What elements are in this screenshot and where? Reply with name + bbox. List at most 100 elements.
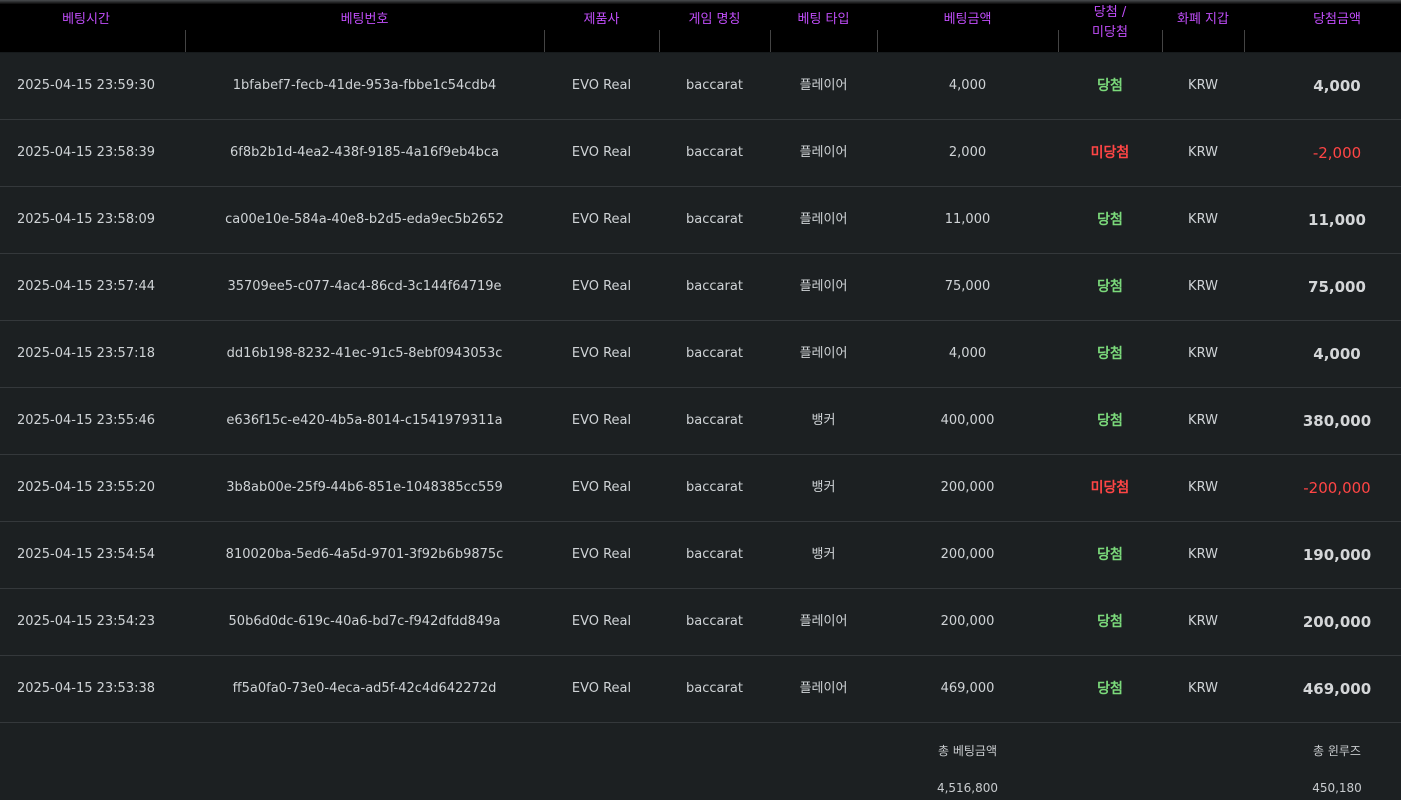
currency-cell: KRW <box>1188 346 1218 361</box>
header-bet-time[interactable]: 베팅시간 <box>0 4 172 52</box>
header-currency-wallet-label: 화폐 지갑 <box>1177 12 1229 27</box>
header-win-amount-label: 당첨금액 <box>1313 12 1361 27</box>
header-result-line2: 미당첨 <box>1092 25 1128 40</box>
header-bet-amount-label: 베팅금액 <box>943 12 992 27</box>
currency-cell: KRW <box>1188 681 1218 696</box>
vendor-cell: EVO Real <box>571 279 632 294</box>
bet-time-cell: 2025-04-15 23:55:20 <box>16 480 156 495</box>
total-winloss-value: 450,180 <box>1312 781 1362 795</box>
bet-time-cell: 2025-04-15 23:54:23 <box>16 614 156 629</box>
bet-time-cell: 2025-04-15 23:57:18 <box>16 346 156 361</box>
bet-id-cell: 1bfabef7-fecb-41de-953a-fbbe1c54cdb4 <box>232 78 497 93</box>
header-result[interactable]: 당첨 / 미당첨 <box>1058 4 1162 52</box>
result-cell: 당첨 <box>1097 413 1123 429</box>
bet-type-cell: 플레이어 <box>799 212 848 227</box>
currency-cell: KRW <box>1188 145 1218 160</box>
header-result-label: 당첨 / 미당첨 <box>1058 3 1162 43</box>
header-game-name-label: 게임 명칭 <box>688 12 741 27</box>
table-row[interactable]: 2025-04-15 23:59:30 1bfabef7-fecb-41de-95… <box>0 53 1401 120</box>
bet-time-cell: 2025-04-15 23:59:30 <box>16 78 156 93</box>
bet-id-cell: ca00e10e-584a-40e8-b2d5-eda9ec5b2652 <box>225 212 504 227</box>
table-row[interactable]: 2025-04-15 23:58:09 ca00e10e-584a-40e8-b2… <box>0 187 1401 254</box>
table-footer: 총 베팅금액 4,516,800 총 윈루즈 450,180 <box>0 723 1401 800</box>
total-winloss-label: 총 윈루즈 <box>1313 744 1361 758</box>
header-vendor[interactable]: 제품사 <box>544 4 659 52</box>
win-amount-cell: 75,000 <box>1308 278 1366 296</box>
header-divider <box>1058 30 1059 52</box>
result-cell: 미당첨 <box>1090 480 1130 496</box>
result-cell: 당첨 <box>1097 681 1123 697</box>
vendor-cell: EVO Real <box>571 78 632 93</box>
bet-type-cell: 플레이어 <box>799 346 848 361</box>
header-divider <box>877 30 878 52</box>
header-divider <box>544 30 545 52</box>
win-amount-cell: 469,000 <box>1302 680 1372 698</box>
game-name-cell: baccarat <box>686 145 743 160</box>
bet-time-cell: 2025-04-15 23:55:46 <box>16 413 156 428</box>
game-name-cell: baccarat <box>686 78 743 93</box>
vendor-cell: EVO Real <box>571 212 632 227</box>
currency-cell: KRW <box>1188 413 1218 428</box>
table-row[interactable]: 2025-04-15 23:54:54 810020ba-5ed6-4a5d-97… <box>0 522 1401 589</box>
header-divider <box>1162 30 1163 52</box>
vendor-cell: EVO Real <box>571 346 632 361</box>
bet-type-cell: 플레이어 <box>799 614 848 629</box>
win-amount-cell: 200,000 <box>1302 613 1372 631</box>
win-amount-cell: 4,000 <box>1313 77 1361 95</box>
bet-id-cell: 6f8b2b1d-4ea2-438f-9185-4a16f9eb4bca <box>230 145 499 160</box>
result-cell: 당첨 <box>1097 614 1123 630</box>
bet-id-cell: e636f15c-e420-4b5a-8014-c1541979311a <box>226 413 503 428</box>
total-bet-value: 4,516,800 <box>936 781 999 795</box>
vendor-cell: EVO Real <box>571 614 632 629</box>
game-name-cell: baccarat <box>686 614 743 629</box>
table-row[interactable]: 2025-04-15 23:58:39 6f8b2b1d-4ea2-438f-91… <box>0 120 1401 187</box>
header-bet-type[interactable]: 베팅 타입 <box>770 4 877 52</box>
header-result-line1: 당첨 / <box>1093 5 1127 20</box>
result-cell: 당첨 <box>1097 212 1123 228</box>
vendor-cell: EVO Real <box>571 413 632 428</box>
currency-cell: KRW <box>1188 78 1218 93</box>
header-currency-wallet[interactable]: 화폐 지갑 <box>1162 4 1244 52</box>
result-cell: 미당첨 <box>1090 145 1130 161</box>
bet-time-cell: 2025-04-15 23:57:44 <box>16 279 156 294</box>
bet-type-cell: 플레이어 <box>799 145 848 160</box>
bet-id-cell: 35709ee5-c077-4ac4-86cd-3c144f64719e <box>227 279 502 294</box>
header-divider <box>185 30 186 52</box>
table-header: 베팅시간 베팅번호 제품사 게임 명칭 베팅 타입 베팅금액 당첨 / 미당첨 화… <box>0 4 1401 52</box>
header-bet-amount[interactable]: 베팅금액 <box>877 4 1058 52</box>
result-cell: 당첨 <box>1097 346 1123 362</box>
header-bet-id[interactable]: 베팅번호 <box>185 4 544 52</box>
table-row[interactable]: 2025-04-15 23:54:23 50b6d0dc-619c-40a6-bd… <box>0 589 1401 656</box>
win-amount-cell: -2,000 <box>1312 144 1362 162</box>
currency-cell: KRW <box>1188 547 1218 562</box>
header-bet-time-label: 베팅시간 <box>62 12 110 27</box>
total-bet-label: 총 베팅금액 <box>937 744 997 758</box>
vendor-cell: EVO Real <box>571 681 632 696</box>
table-row[interactable]: 2025-04-15 23:55:46 e636f15c-e420-4b5a-80… <box>0 388 1401 455</box>
header-win-amount[interactable]: 당첨금액 <box>1272 4 1401 52</box>
result-cell: 당첨 <box>1097 547 1123 563</box>
bet-amount-cell: 200,000 <box>940 547 995 562</box>
win-amount-cell: 190,000 <box>1302 546 1372 564</box>
table-row[interactable]: 2025-04-15 23:53:38 ff5a0fa0-73e0-4eca-ad… <box>0 656 1401 723</box>
bet-time-cell: 2025-04-15 23:58:39 <box>16 145 156 160</box>
bet-id-cell: ff5a0fa0-73e0-4eca-ad5f-42c4d642272d <box>232 681 497 696</box>
game-name-cell: baccarat <box>686 681 743 696</box>
bet-time-cell: 2025-04-15 23:54:54 <box>16 547 156 562</box>
header-bet-type-label: 베팅 타입 <box>797 12 850 27</box>
bet-id-cell: 50b6d0dc-619c-40a6-bd7c-f942dfdd849a <box>228 614 501 629</box>
win-amount-cell: 380,000 <box>1302 412 1372 430</box>
bet-time-cell: 2025-04-15 23:58:09 <box>16 212 156 227</box>
table-row[interactable]: 2025-04-15 23:57:44 35709ee5-c077-4ac4-86… <box>0 254 1401 321</box>
bet-amount-cell: 75,000 <box>944 279 991 294</box>
game-name-cell: baccarat <box>686 480 743 495</box>
bet-type-cell: 플레이어 <box>799 78 848 93</box>
win-amount-cell: -200,000 <box>1303 479 1371 497</box>
bet-amount-cell: 4,000 <box>948 346 987 361</box>
header-game-name[interactable]: 게임 명칭 <box>659 4 770 52</box>
table-row[interactable]: 2025-04-15 23:57:18 dd16b198-8232-41ec-91… <box>0 321 1401 388</box>
table-row[interactable]: 2025-04-15 23:55:20 3b8ab00e-25f9-44b6-85… <box>0 455 1401 522</box>
game-name-cell: baccarat <box>686 212 743 227</box>
bet-amount-cell: 469,000 <box>940 681 995 696</box>
table-body: 2025-04-15 23:59:30 1bfabef7-fecb-41de-95… <box>0 53 1401 723</box>
